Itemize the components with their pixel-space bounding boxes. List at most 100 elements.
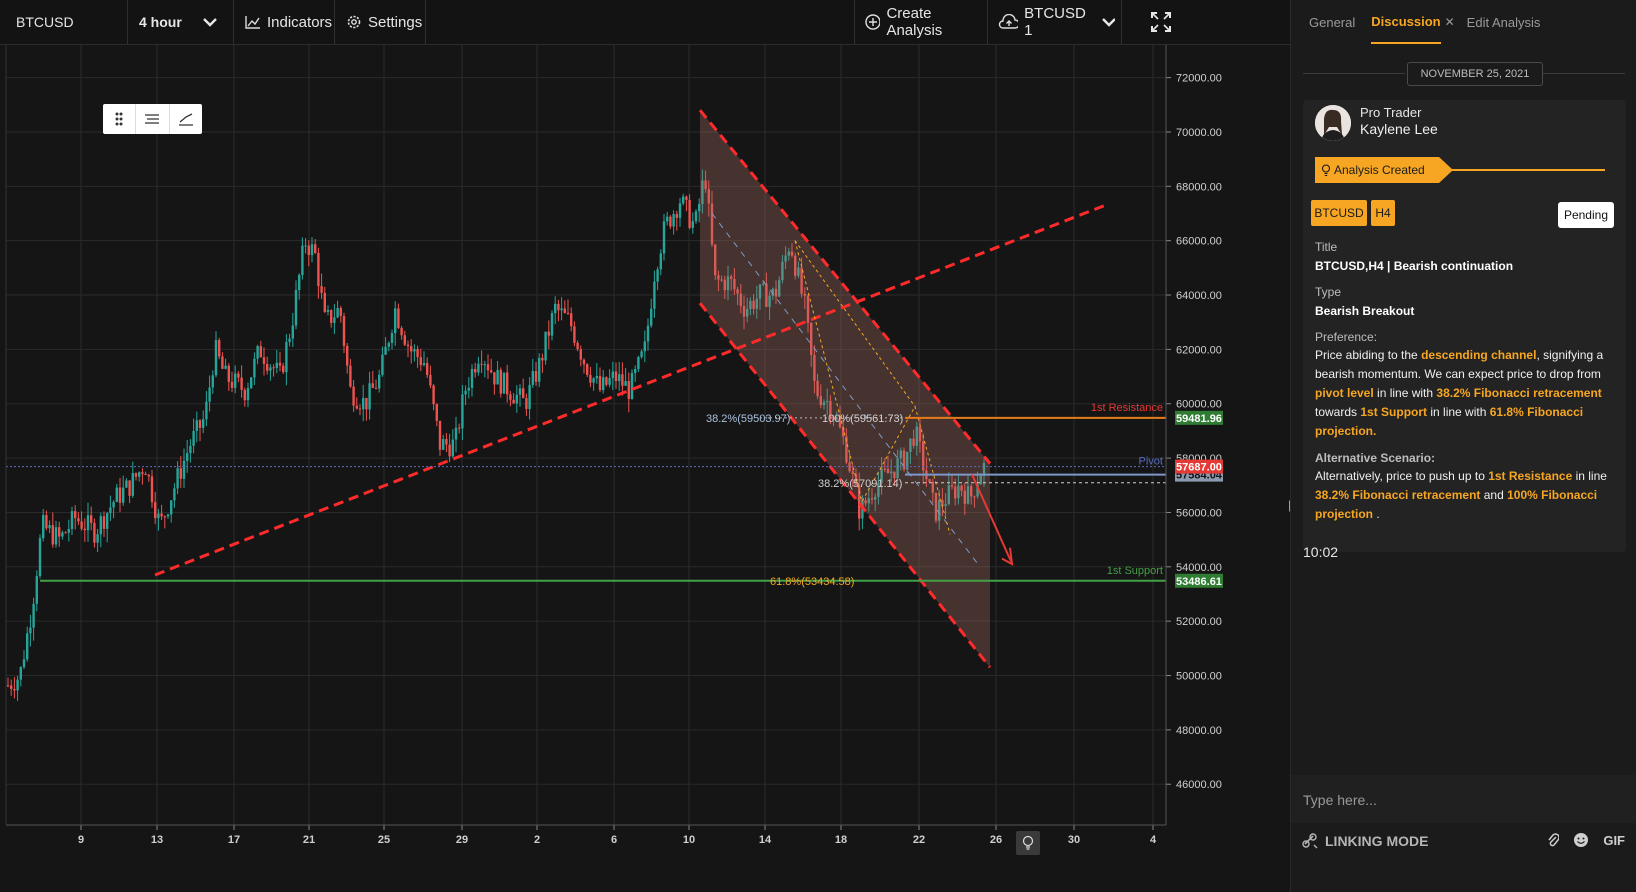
- candle-body: [189, 445, 192, 454]
- candle-body: [42, 515, 45, 539]
- drawing-tools: [103, 104, 202, 134]
- price-chart[interactable]: 38.2%(59503.97) 100%(59561.73) 38.2%(57091…: [0, 45, 1294, 892]
- candle-body: [230, 381, 234, 388]
- close-icon[interactable]: ✕: [1445, 15, 1455, 29]
- tab-discussion[interactable]: Discussion: [1371, 0, 1441, 44]
- candle-body: [48, 525, 51, 529]
- title-label: Title: [1315, 240, 1338, 254]
- indicators-label: Indicators: [267, 13, 333, 31]
- candle-body: [525, 398, 528, 409]
- candle-body: [675, 214, 678, 218]
- candle-body: [586, 364, 589, 375]
- symbol-selector[interactable]: BTCUSD: [0, 0, 128, 44]
- candle-body: [592, 378, 595, 383]
- candle-body: [112, 501, 115, 508]
- candle-body: [378, 374, 381, 389]
- candle-body: [515, 394, 518, 404]
- settings-button[interactable]: Settings: [335, 0, 426, 44]
- candle-body: [10, 685, 13, 689]
- x-tick-label: 13: [151, 834, 163, 846]
- candle-body: [278, 362, 282, 366]
- layout-selector[interactable]: BTCUSD 1: [988, 0, 1122, 44]
- x-tick-label: 30: [1068, 834, 1080, 846]
- candle-body: [685, 196, 688, 200]
- pref-highlight-channel: descending channel: [1421, 348, 1537, 362]
- drag-handle[interactable]: [103, 104, 137, 134]
- candle-body: [214, 340, 218, 376]
- y-tick-label: 46000.00: [1176, 779, 1222, 791]
- candle-body: [29, 627, 32, 634]
- candle-body: [227, 365, 230, 382]
- candle-body: [202, 419, 205, 428]
- candle-body: [205, 401, 208, 420]
- candle-body: [394, 308, 397, 334]
- candle-body: [416, 349, 419, 358]
- candle-body: [640, 351, 643, 358]
- status-badge: Pending: [1557, 202, 1614, 228]
- alt-text-1: Alternatively, price to push up to: [1315, 469, 1489, 483]
- pref-highlight-fib-retracement: 38.2% Fibonacci retracement: [1436, 386, 1602, 400]
- candle-body: [573, 326, 576, 343]
- candle-body: [333, 317, 336, 323]
- candle-body: [499, 369, 502, 394]
- x-tick-label: 22: [913, 834, 925, 846]
- emoji-icon[interactable]: [1573, 832, 1589, 848]
- candle-body: [563, 308, 566, 313]
- pref-text-4: towards: [1315, 405, 1361, 419]
- paperclip-icon[interactable]: [1547, 832, 1560, 848]
- candle-body: [122, 487, 125, 503]
- trend-tool-button[interactable]: [170, 104, 202, 134]
- y-tick-label: 64000.00: [1176, 290, 1222, 302]
- panel-tabs: General Discussion ✕ Edit Analysis: [1291, 0, 1636, 44]
- x-tick-label: 21: [303, 834, 315, 846]
- cloud-upload-icon: [998, 14, 1019, 29]
- linking-mode-toggle[interactable]: LINKING MODE: [1301, 832, 1428, 850]
- y-tick-label: 60000.00: [1176, 399, 1222, 411]
- candle-body: [682, 196, 685, 204]
- candle-body: [598, 376, 602, 391]
- candle-body: [182, 460, 186, 479]
- candle-body: [576, 342, 579, 350]
- candle-body: [157, 513, 160, 519]
- candle-body: [678, 203, 682, 218]
- create-analysis-button[interactable]: Create Analysis: [854, 0, 988, 44]
- candle-body: [349, 365, 352, 387]
- candle-body: [336, 308, 339, 318]
- candle-body: [554, 303, 557, 314]
- gif-button[interactable]: GIF: [1603, 833, 1625, 848]
- candle-body: [403, 335, 406, 345]
- candle-body: [291, 325, 294, 339]
- lightbulb-button[interactable]: [1016, 831, 1040, 855]
- y-tick-label: 68000.00: [1176, 181, 1222, 193]
- candle-body: [243, 389, 246, 401]
- candle-body: [608, 378, 611, 385]
- candle-body: [320, 286, 323, 293]
- alt-text-4: .: [1373, 507, 1380, 521]
- candle-body: [618, 374, 621, 382]
- candle-body: [477, 363, 480, 373]
- candle-body: [259, 346, 262, 358]
- candle-body: [666, 216, 669, 222]
- candle-body: [534, 371, 538, 382]
- interval-selector[interactable]: 4 hour: [128, 0, 234, 44]
- link-icon: [1302, 833, 1318, 849]
- fullscreen-button[interactable]: [1146, 0, 1182, 44]
- candle-body: [26, 633, 29, 660]
- message-input[interactable]: [1301, 787, 1625, 813]
- candle-body: [186, 453, 189, 461]
- candle-body: [131, 473, 134, 496]
- symbol-tag: BTCUSD: [1311, 200, 1367, 226]
- candle-body: [589, 374, 592, 383]
- tab-edit-analysis[interactable]: Edit Analysis: [1467, 0, 1541, 44]
- indicators-button[interactable]: Indicators: [234, 0, 335, 44]
- candle-body: [250, 377, 253, 389]
- pref-text-3: in line with: [1373, 386, 1437, 400]
- lightbulb-icon: [1321, 163, 1331, 176]
- chart-canvas[interactable]: 38.2%(59503.97) 100%(59561.73) 38.2%(57091…: [0, 45, 1290, 892]
- candle-body: [173, 488, 176, 501]
- object-tree-button[interactable]: [136, 104, 170, 134]
- candle-body: [547, 331, 550, 336]
- candle-body: [13, 688, 16, 691]
- tab-general[interactable]: General: [1309, 0, 1355, 44]
- pref-highlight-support: 1st Support: [1360, 405, 1428, 419]
